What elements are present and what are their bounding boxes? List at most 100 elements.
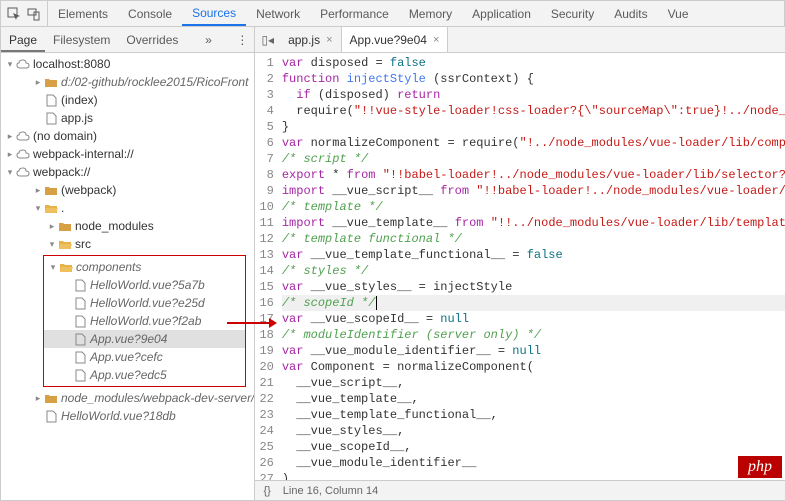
editor-tabs: ▯◂ app.js× App.vue?9e04 × [255,27,785,53]
code-line[interactable]: __vue_script__, [282,375,785,391]
tree-item[interactable]: ▾. [1,199,254,217]
tree-item[interactable]: ▸(no domain) [1,127,254,145]
tree-item[interactable]: HelloWorld.vue?f2ab [44,312,245,330]
tree-item[interactable]: (index) [1,91,254,109]
code-line[interactable]: __vue_module_identifier__ [282,455,785,471]
tree-item[interactable]: ▸(webpack) [1,181,254,199]
code-line[interactable]: var __vue_module_identifier__ = null [282,343,785,359]
tree-item[interactable]: ▾ localhost:8080 [1,55,254,73]
expand-icon[interactable]: ▾ [48,262,58,273]
panel-tab-console[interactable]: Console [118,1,182,26]
tree-item[interactable]: HelloWorld.vue?e25d [44,294,245,312]
sidebar-tab-overrides[interactable]: Overrides [118,27,186,52]
item-icon [72,351,88,364]
expand-icon[interactable]: ▾ [5,167,15,178]
panel-tab-application[interactable]: Application [462,1,541,26]
sidebar-more-icon[interactable]: » [199,33,218,47]
tree-label: node_modules [75,219,154,233]
pretty-print-icon[interactable]: {} [263,485,270,497]
panel-tab-performance[interactable]: Performance [310,1,399,26]
expand-icon[interactable]: ▾ [47,239,57,250]
item-icon [57,221,73,232]
item-icon [72,315,88,328]
tree-item[interactable]: app.js [1,109,254,127]
panel-tab-elements[interactable]: Elements [48,1,118,26]
code-line[interactable]: __vue_template_functional__, [282,407,785,423]
expand-icon[interactable]: ▸ [33,185,43,196]
code-line[interactable]: __vue_styles__, [282,423,785,439]
sidebar-menu-icon[interactable]: ⋮ [230,33,254,47]
code-line[interactable]: /* styles */ [282,263,785,279]
tree-item[interactable]: ▸ node_modules [1,217,254,235]
panel-tab-vue[interactable]: Vue [658,1,699,26]
tree-item[interactable]: ▾src [1,235,254,253]
tree-item[interactable]: HelloWorld.vue?5a7b [44,276,245,294]
tree-label: HelloWorld.vue?18db [61,409,176,423]
panel-tab-security[interactable]: Security [541,1,604,26]
code-line[interactable]: __vue_scopeId__, [282,439,785,455]
code-line[interactable]: export * from "!!babel-loader!../node_mo… [282,167,785,183]
tree-label: (index) [61,93,98,107]
tree-label: HelloWorld.vue?5a7b [90,278,205,292]
code-line[interactable]: import __vue_script__ from "!!babel-load… [282,183,785,199]
editor-tab[interactable]: app.js× [280,27,341,52]
item-icon [43,77,59,88]
expand-icon[interactable]: ▾ [5,59,15,70]
code-area[interactable]: 1234567891011121314151617181920212223242… [255,53,785,480]
panel-tab-audits[interactable]: Audits [604,1,657,26]
tree-item[interactable]: App.vue?cefc [44,348,245,366]
tree-item[interactable]: ▾components [44,258,245,276]
tree-label: HelloWorld.vue?e25d [90,296,205,310]
sidebar: PageFilesystemOverrides » ⋮ ▾ localhost:8… [1,27,255,500]
tree-label: . [61,201,64,215]
inspect-icon[interactable] [7,7,21,21]
expand-icon[interactable]: ▸ [33,393,43,404]
expand-icon[interactable]: ▾ [33,203,43,214]
sidebar-tab-filesystem[interactable]: Filesystem [45,27,118,52]
code-line[interactable]: var __vue_styles__ = injectStyle [282,279,785,295]
panel-tab-network[interactable]: Network [246,1,310,26]
code-line[interactable]: __vue_template__, [282,391,785,407]
code-content[interactable]: var disposed = falsefunction injectStyle… [282,53,785,480]
code-line[interactable]: var __vue_template_functional__ = false [282,247,785,263]
code-line[interactable]: /* template functional */ [282,231,785,247]
code-line[interactable]: if (disposed) return [282,87,785,103]
code-line[interactable]: function injectStyle (ssrContext) { [282,71,785,87]
tree-item[interactable]: ▾webpack:// [1,163,254,181]
code-line[interactable]: var disposed = false [282,55,785,71]
expand-icon[interactable]: ▸ [5,149,15,160]
close-icon[interactable]: × [326,34,332,46]
show-navigator-icon[interactable]: ▯◂ [261,33,274,47]
device-icon[interactable] [27,7,41,21]
code-line[interactable]: ) [282,471,785,480]
code-line[interactable]: var normalizeComponent = require("!../no… [282,135,785,151]
expand-icon[interactable]: ▸ [47,221,57,232]
code-line[interactable]: /* template */ [282,199,785,215]
code-line[interactable]: /* scopeId */ [282,295,785,311]
panel-tab-memory[interactable]: Memory [399,1,462,26]
code-line[interactable]: var Component = normalizeComponent( [282,359,785,375]
tree-item[interactable]: ▸node_modules/webpack-dev-server/ [1,389,254,407]
editor-tab[interactable]: App.vue?9e04 × [342,27,449,52]
expand-icon[interactable]: ▸ [5,131,15,142]
sidebar-tab-page[interactable]: Page [1,27,45,52]
status-bar: {} Line 16, Column 14 [255,480,785,500]
tree-item[interactable]: App.vue?9e04 [44,330,245,348]
code-line[interactable]: } [282,119,785,135]
code-line[interactable]: require("!!vue-style-loader!css-loader?{… [282,103,785,119]
tree-item[interactable]: HelloWorld.vue?18db [1,407,254,425]
panel-tab-sources[interactable]: Sources [182,1,246,26]
tree-item[interactable]: App.vue?edc5 [44,366,245,384]
code-line[interactable]: var __vue_scopeId__ = null [282,311,785,327]
code-line[interactable]: import __vue_template__ from "!!../node_… [282,215,785,231]
tab-label: App.vue?9e04 [350,33,427,47]
tree-label: localhost:8080 [33,57,110,71]
item-icon [15,131,31,141]
tree-item[interactable]: ▸d:/02-github/rocklee2015/RicoFront [1,73,254,91]
line-gutter: 1234567891011121314151617181920212223242… [255,53,281,480]
code-line[interactable]: /* script */ [282,151,785,167]
expand-icon[interactable]: ▸ [33,77,43,88]
close-icon[interactable]: × [433,34,439,46]
code-line[interactable]: /* moduleIdentifier (server only) */ [282,327,785,343]
tree-item[interactable]: ▸webpack-internal:// [1,145,254,163]
